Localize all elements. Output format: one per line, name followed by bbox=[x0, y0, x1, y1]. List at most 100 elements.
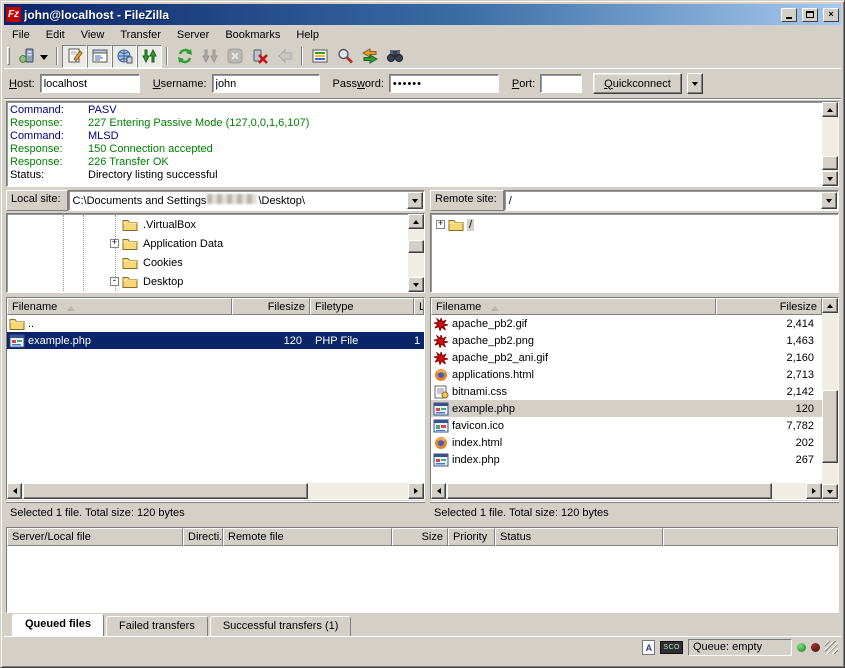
sync-arrows-icon bbox=[361, 47, 379, 65]
port-input[interactable] bbox=[540, 74, 582, 93]
menu-help[interactable]: Help bbox=[288, 27, 327, 43]
column-header-remote-file[interactable]: Remote file bbox=[223, 528, 392, 546]
menu-server[interactable]: Server bbox=[169, 27, 217, 43]
scroll-left-arrow[interactable] bbox=[7, 483, 22, 499]
toggle-message-log-button[interactable] bbox=[62, 45, 87, 68]
toggle-local-tree-button[interactable] bbox=[87, 45, 112, 68]
file-search-button[interactable] bbox=[382, 45, 407, 68]
file-row[interactable]: index.php 267 bbox=[431, 451, 822, 468]
column-header-filename[interactable]: Filename bbox=[431, 298, 716, 315]
column-header-filetype[interactable]: Filetype bbox=[310, 298, 414, 315]
remote-site-dropdown-button[interactable] bbox=[821, 192, 837, 209]
file-row-example-php[interactable]: example.php 120 bbox=[431, 400, 822, 417]
file-row[interactable]: applications.html 2,713 bbox=[431, 366, 822, 383]
expand-icon[interactable]: + bbox=[436, 220, 445, 229]
local-tree-scrollbar[interactable] bbox=[408, 214, 424, 292]
menu-edit[interactable]: Edit bbox=[38, 27, 73, 43]
scrollbar-thumb[interactable] bbox=[447, 483, 772, 499]
close-button[interactable]: × bbox=[823, 8, 839, 22]
scroll-down-arrow[interactable] bbox=[822, 171, 838, 186]
tab-queued-files[interactable]: Queued files bbox=[12, 614, 104, 636]
column-header-status[interactable]: Status bbox=[495, 528, 663, 546]
resize-grip[interactable] bbox=[825, 641, 838, 654]
tree-item-virtualbox[interactable]: .VirtualBox bbox=[8, 215, 407, 234]
column-header-priority[interactable]: Priority bbox=[448, 528, 495, 546]
file-row[interactable]: favicon.ico 7,782 bbox=[431, 417, 822, 434]
log-line: Command:MLSD bbox=[10, 130, 820, 143]
scroll-right-arrow[interactable] bbox=[806, 483, 822, 499]
scrollbar-thumb[interactable] bbox=[822, 390, 838, 462]
scrollbar-thumb[interactable] bbox=[408, 240, 424, 253]
toolbar-grip[interactable] bbox=[7, 47, 10, 65]
site-manager-button[interactable] bbox=[14, 45, 39, 68]
tab-failed-transfers[interactable]: Failed transfers bbox=[106, 616, 208, 636]
scroll-left-arrow[interactable] bbox=[431, 483, 446, 499]
filters-button[interactable] bbox=[307, 45, 332, 68]
tree-item-application-data[interactable]: + Application Data bbox=[8, 234, 407, 253]
local-horizontal-scrollbar[interactable] bbox=[7, 483, 424, 499]
tree-item-root[interactable]: + / bbox=[432, 215, 821, 234]
local-site-combobox[interactable]: C:\Documents and Settings\Desktop\ bbox=[68, 190, 425, 211]
quickconnect-button[interactable]: Quickconnect bbox=[593, 73, 682, 94]
directory-comparison-button[interactable] bbox=[332, 45, 357, 68]
redacted-username bbox=[207, 194, 257, 204]
column-header-last-modified[interactable]: L bbox=[414, 298, 424, 315]
quickconnect-dropdown-button[interactable] bbox=[687, 73, 703, 94]
menu-file[interactable]: File bbox=[4, 27, 38, 43]
scroll-right-arrow[interactable] bbox=[408, 483, 424, 499]
tree-item-desktop[interactable]: - Desktop bbox=[8, 272, 407, 291]
password-input[interactable] bbox=[389, 74, 499, 93]
expand-icon[interactable]: + bbox=[110, 239, 119, 248]
log-vertical-scrollbar[interactable] bbox=[822, 102, 838, 186]
column-header-size[interactable]: Size bbox=[392, 528, 448, 546]
host-input[interactable] bbox=[40, 74, 140, 93]
scroll-down-arrow[interactable] bbox=[822, 484, 838, 499]
tab-successful-transfers[interactable]: Successful transfers (1) bbox=[210, 616, 352, 636]
chevron-down-icon bbox=[692, 82, 698, 89]
column-header-filesize[interactable]: Filesize bbox=[232, 298, 310, 315]
filters-icon bbox=[311, 47, 329, 65]
collapse-icon[interactable]: - bbox=[110, 277, 119, 286]
local-site-dropdown-button[interactable] bbox=[407, 192, 423, 209]
scroll-up-arrow[interactable] bbox=[408, 214, 424, 229]
site-manager-dropdown-button[interactable] bbox=[39, 45, 52, 68]
reconnect-icon bbox=[276, 47, 294, 65]
folder-icon bbox=[122, 218, 138, 232]
toggle-transfer-queue-button[interactable] bbox=[137, 45, 162, 68]
scrollbar-thumb[interactable] bbox=[822, 156, 838, 170]
reconnect-button[interactable] bbox=[272, 45, 297, 68]
column-header-filename[interactable]: Filename bbox=[7, 298, 232, 315]
process-queue-button[interactable] bbox=[197, 45, 222, 68]
cancel-operation-button[interactable] bbox=[222, 45, 247, 68]
file-row[interactable]: bitnami.css 2,142 bbox=[431, 383, 822, 400]
refresh-button[interactable] bbox=[172, 45, 197, 68]
remote-list-scrollbar[interactable] bbox=[822, 298, 838, 499]
remote-horizontal-scrollbar[interactable] bbox=[431, 483, 822, 499]
toggle-remote-tree-button[interactable] bbox=[112, 45, 137, 68]
disconnect-icon bbox=[251, 47, 269, 65]
menu-bar: File Edit View Transfer Server Bookmarks… bbox=[4, 25, 841, 44]
file-row[interactable]: apache_pb2.png 1,463 bbox=[431, 332, 822, 349]
maximize-button[interactable] bbox=[802, 8, 818, 22]
disconnect-button[interactable] bbox=[247, 45, 272, 68]
minimize-button[interactable] bbox=[781, 8, 797, 22]
file-row-parent-dir[interactable]: .. bbox=[7, 315, 424, 332]
menu-transfer[interactable]: Transfer bbox=[112, 27, 169, 43]
username-input[interactable] bbox=[212, 74, 320, 93]
remote-site-combobox[interactable]: / bbox=[504, 190, 839, 211]
file-row[interactable]: apache_pb2_ani.gif 2,160 bbox=[431, 349, 822, 366]
column-header-filesize[interactable]: Filesize bbox=[716, 298, 822, 315]
file-row[interactable]: apache_pb2.gif 2,414 bbox=[431, 315, 822, 332]
scroll-down-arrow[interactable] bbox=[408, 277, 424, 292]
menu-bookmarks[interactable]: Bookmarks bbox=[217, 27, 288, 43]
column-header-direction[interactable]: Directi... bbox=[183, 528, 223, 546]
scrollbar-thumb[interactable] bbox=[23, 483, 308, 499]
file-row[interactable]: index.html 202 bbox=[431, 434, 822, 451]
tree-item-cookies[interactable]: Cookies bbox=[8, 253, 407, 272]
column-header-server-local-file[interactable]: Server/Local file bbox=[7, 528, 183, 546]
scroll-up-arrow[interactable] bbox=[822, 102, 838, 117]
file-row-example-php[interactable]: example.php 120 PHP File 1 bbox=[7, 332, 424, 349]
scroll-up-arrow[interactable] bbox=[822, 298, 838, 313]
menu-view[interactable]: View bbox=[73, 27, 113, 43]
synchronized-browsing-button[interactable] bbox=[357, 45, 382, 68]
